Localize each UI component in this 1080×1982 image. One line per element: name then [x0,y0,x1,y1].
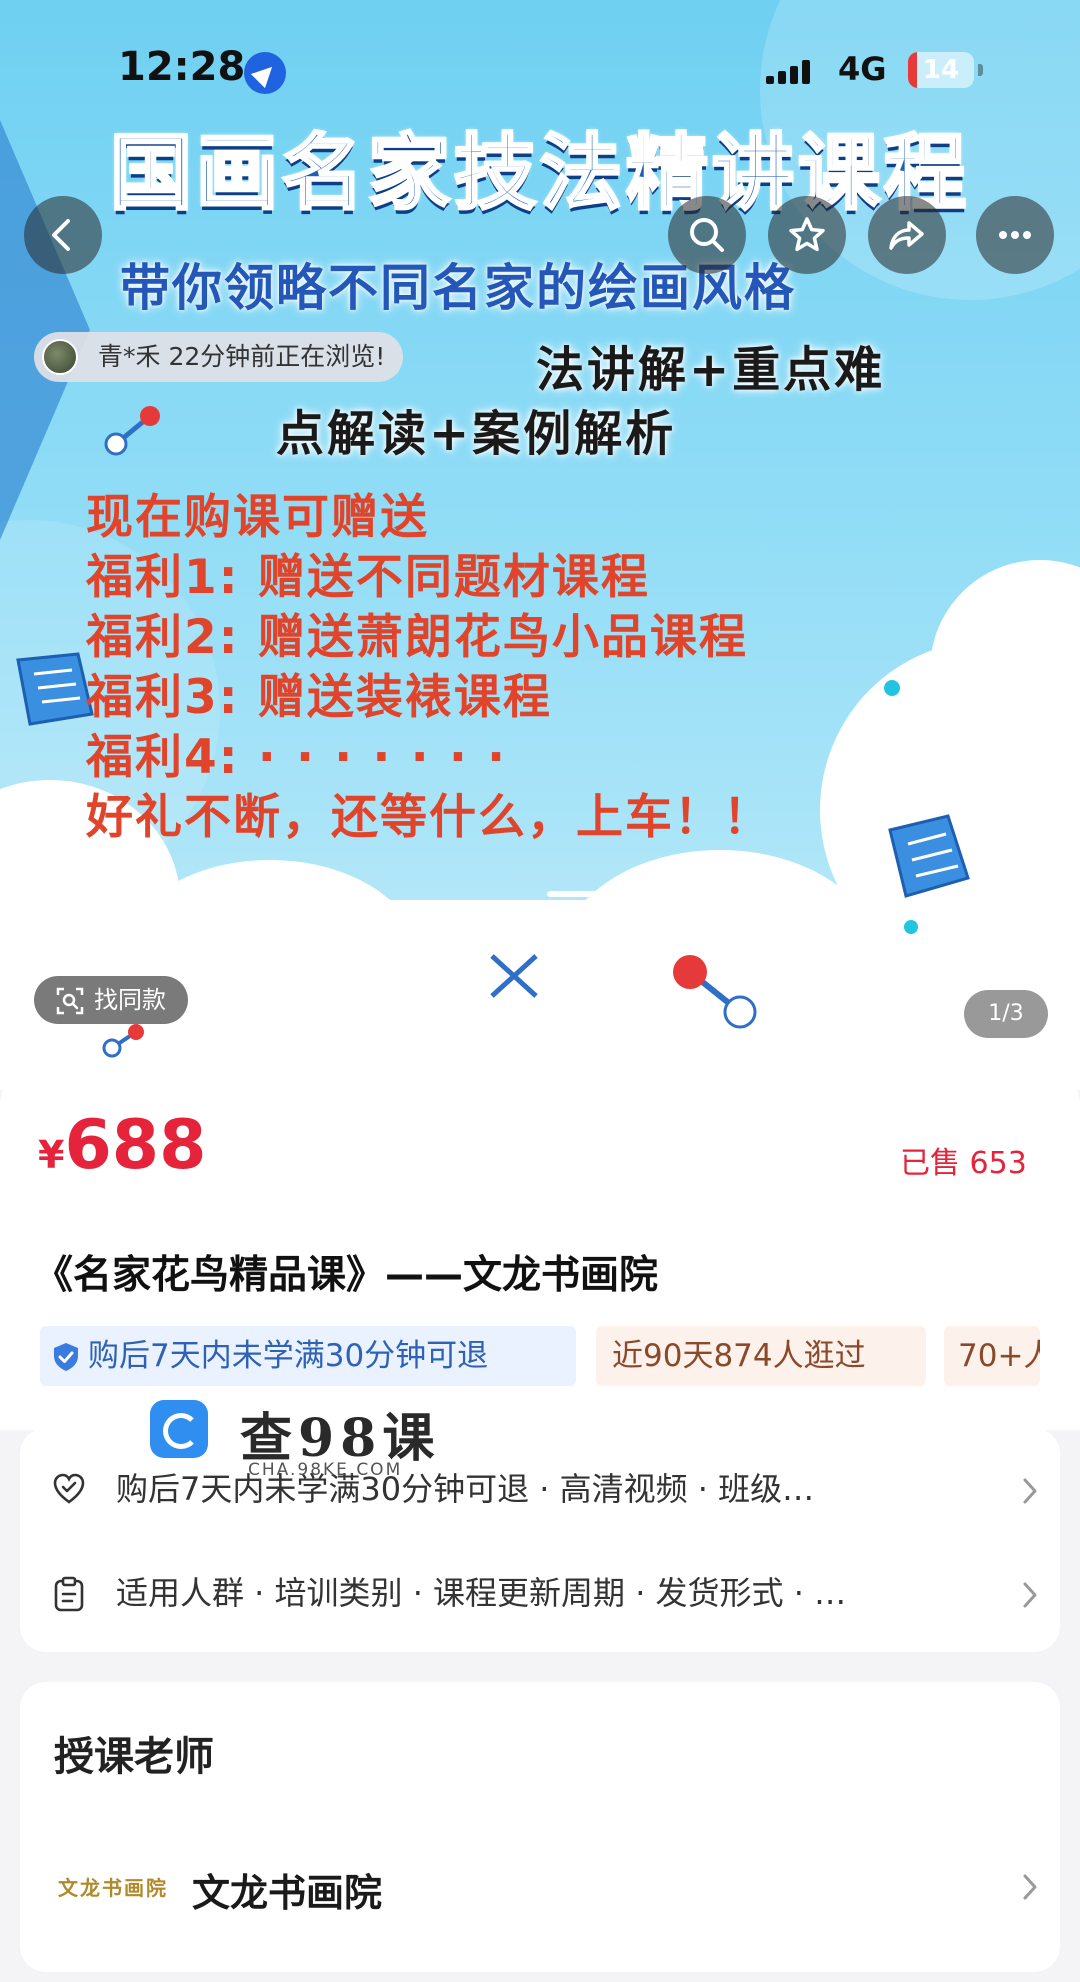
more-button[interactable] [976,196,1054,274]
status-bar: 12:28 4G 14 [0,44,1080,104]
course-params-row[interactable]: 适用人群 · 培训类别 · 课程更新周期 · 发货形式 · … [20,1542,1060,1642]
battery-tip [978,64,983,76]
teacher-row[interactable]: 文龙书画院 文龙书画院 [20,1832,1060,1942]
more-dots-icon [999,231,1031,239]
product-image-banner[interactable]: 国画名家技法精讲课程 带你领略不同名家的绘画风格 法讲解+重点难 点解读+案例解… [0,0,1080,1090]
banner-line-1: 法讲解+重点难 [536,342,886,398]
wind-decor-icon [547,891,673,923]
favorite-button[interactable] [768,196,846,274]
promo-line: 好礼不断，还等什么，上车！！ [86,790,772,845]
chevron-right-icon [1023,1874,1037,1900]
price-currency: ¥ [38,1133,65,1177]
watermark-logo-icon [150,1400,208,1458]
promo-line: 福利2: 赠送萧朗花鸟小品课程 [86,610,748,665]
refund-policy-label: 购后7天内未学满30分钟可退 [88,1338,489,1374]
find-similar-label: 找同款 [94,986,166,1014]
promo-line: 现在购课可赠送 [86,490,429,545]
banner-promo-list: 现在购课可赠送 福利1: 赠送不同题材课程 福利2: 赠送萧朗花鸟小品课程 福利… [86,488,1046,848]
book-decor-icon [16,652,94,726]
promo-line: 福利3: 赠送装裱课程 [86,670,552,725]
molecule-decor-icon [102,1024,144,1058]
service-info-card: 购后7天内未学满30分钟可退 · 高清视频 · 班级… 适用人群 · 培训类别 … [20,1428,1060,1652]
molecule-decor-icon [673,955,757,1029]
back-button[interactable] [24,196,102,274]
visit-count-tag: 近90天874人逛过 [596,1326,926,1386]
price: ¥688 [38,1106,206,1185]
promo-line: 福利1: 赠送不同题材课程 [86,550,650,605]
extra-tag: 70+人 [944,1326,1040,1386]
chevron-right-icon [1023,1582,1037,1608]
course-title: 《名家花鸟精品课》——文龙书画院 [34,1253,659,1298]
share-arrow-icon [889,221,924,250]
location-arrow-icon [244,52,286,94]
chevron-right-icon [1023,1478,1037,1504]
chevron-left-icon [52,219,70,251]
cross-decor-icon [490,954,538,998]
viewer-avatar [42,339,78,375]
teacher-name: 文龙书画院 [192,1871,383,1915]
status-time: 12:28 [118,44,246,90]
teacher-card: 授课老师 文龙书画院 文龙书画院 [20,1682,1060,1972]
heart-shield-icon [53,1473,85,1504]
sold-count: 已售 653 [900,1146,1027,1181]
refund-policy-tag[interactable]: 购后7天内未学满30分钟可退 [40,1326,576,1386]
battery-icon: 14 [908,52,974,88]
cellular-signal-icon [766,58,820,84]
banner-line-2: 点解读+案例解析 [276,406,677,462]
clipboard-icon [54,1576,84,1612]
price-value: 688 [64,1106,207,1185]
search-button[interactable] [668,196,746,274]
molecule-decor-icon [104,406,160,456]
network-type: 4G [838,50,887,88]
teacher-logo: 文龙书画院 [58,1876,168,1900]
share-button[interactable] [868,196,946,274]
star-icon [789,217,825,252]
promo-line: 福利4: · · · · · · · [86,730,508,785]
course-params-text: 适用人群 · 培训类别 · 课程更新周期 · 发货形式 · … [116,1574,847,1612]
viewer-notice-text: 青*禾 22分钟前正在浏览! [98,342,386,371]
banner-decor-dot [904,920,918,934]
watermark-url: CHA.98KE.COM [248,1460,403,1480]
battery-percent: 14 [922,55,960,85]
image-page-indicator: 1/3 [964,990,1048,1038]
teacher-section-heading: 授课老师 [54,1734,214,1780]
scan-search-icon [56,987,84,1015]
recent-viewer-notice: 青*禾 22分钟前正在浏览! [34,332,404,382]
shield-check-icon [54,1343,78,1371]
find-similar-button[interactable]: 找同款 [34,976,188,1024]
search-icon [690,218,724,252]
